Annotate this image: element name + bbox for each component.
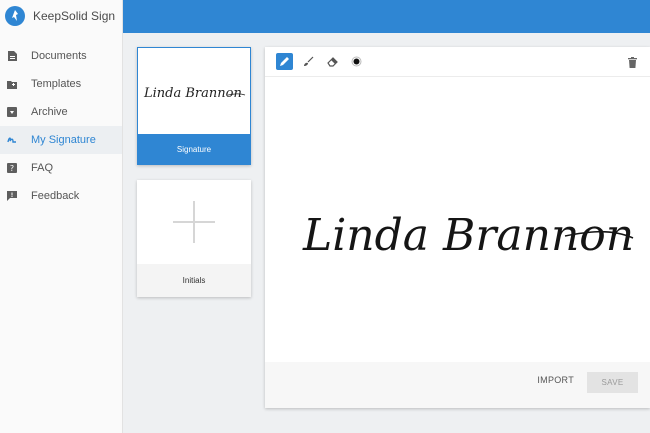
initials-preview — [137, 180, 251, 264]
sidebar-item-archive[interactable]: Archive — [0, 98, 122, 126]
sidebar-item-label: My Signature — [31, 134, 96, 146]
sidebar-item-faq[interactable]: ? FAQ — [0, 154, 122, 182]
sidebar-item-label: Archive — [31, 106, 68, 118]
svg-text:?: ? — [10, 164, 14, 173]
app-name: KeepSolid Sign — [33, 9, 116, 23]
template-folder-icon — [7, 79, 17, 89]
sidebar-item-label: Feedback — [31, 190, 80, 202]
help-icon: ? — [7, 163, 17, 173]
pen-icon[interactable] — [276, 53, 293, 70]
add-initials-icon[interactable] — [173, 201, 215, 243]
signature-card[interactable]: Linda Brannon Signature — [137, 47, 251, 165]
sidebar-nav: Documents Templates Archive My Signature… — [0, 42, 122, 210]
feedback-icon — [7, 191, 17, 201]
top-bar — [123, 0, 650, 33]
signature-editor: Linda Brannon IMPORT SAVE — [265, 47, 650, 408]
save-button[interactable]: SAVE — [587, 372, 638, 393]
document-icon — [7, 51, 17, 61]
editor-actions: IMPORT SAVE — [265, 362, 650, 408]
signature-card-label: Signature — [138, 134, 250, 164]
signature-preview-text: Linda Brannon — [143, 86, 242, 101]
import-button[interactable]: IMPORT — [537, 375, 574, 385]
signature-drawing-text: Linda Brannon — [302, 210, 634, 261]
brand[interactable]: KeepSolid Sign — [0, 0, 122, 32]
sidebar: KeepSolid Sign Documents Templates Archi… — [0, 0, 123, 433]
color-dot-icon[interactable] — [348, 53, 365, 70]
sidebar-item-label: Templates — [31, 78, 82, 90]
trash-icon[interactable] — [625, 54, 639, 70]
sidebar-item-my-signature[interactable]: My Signature — [0, 126, 122, 154]
sidebar-item-feedback[interactable]: Feedback — [0, 182, 122, 210]
sidebar-item-label: FAQ — [31, 162, 54, 174]
editor-toolbar — [265, 47, 650, 77]
sidebar-item-templates[interactable]: Templates — [0, 70, 122, 98]
initials-card-label: Initials — [137, 264, 251, 297]
signature-preview: Linda Brannon — [138, 48, 250, 134]
sidebar-item-documents[interactable]: Documents — [0, 42, 122, 70]
signature-canvas[interactable]: Linda Brannon — [265, 78, 650, 362]
eraser-icon[interactable] — [324, 53, 341, 70]
signature-icon — [7, 135, 17, 145]
sidebar-item-label: Documents — [31, 50, 87, 62]
brush-icon[interactable] — [300, 53, 317, 70]
keepsolid-logo-icon — [5, 6, 25, 26]
initials-card[interactable]: Initials — [137, 180, 251, 297]
archive-icon — [7, 107, 17, 117]
